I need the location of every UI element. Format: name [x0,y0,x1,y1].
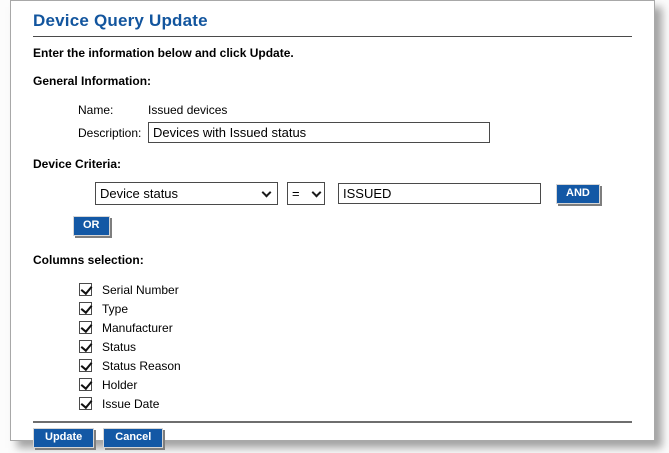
column-option-row: Status Reason [79,356,632,375]
column-label: Status Reason [102,358,181,373]
description-input[interactable] [148,122,490,143]
title-divider [33,36,632,37]
column-option-row: Holder [79,375,632,394]
column-checkbox-issue-date[interactable] [79,397,92,410]
column-option-row: Status [79,337,632,356]
column-checkbox-status-reason[interactable] [79,359,92,372]
column-label: Type [102,301,129,316]
update-button[interactable]: Update [33,428,95,448]
or-button[interactable]: OR [73,216,110,236]
columns-list: Serial Number Type Manufacturer Status Statu… [79,280,632,413]
columns-selection-heading: Columns selection: [33,253,144,267]
column-label: Manufacturer [102,320,173,335]
actions-divider [33,421,632,423]
instruction-text: Enter the information below and click Up… [33,46,294,60]
page-title: Device Query Update [33,11,208,30]
criteria-operator-select[interactable]: = [287,182,325,205]
column-label: Status [102,339,137,354]
criteria-operator-select-wrap: = [287,182,325,205]
actions-bar: Update Cancel [33,428,632,448]
device-query-update-panel: Device Query Update Enter the informatio… [10,0,655,448]
criteria-field-select-wrap: Device status [95,182,278,205]
column-checkbox-status[interactable] [79,340,92,353]
column-option-row: Manufacturer [79,318,632,337]
column-checkbox-serial-number[interactable] [79,283,92,296]
name-label: Name: [78,103,114,117]
column-checkbox-holder[interactable] [79,378,92,391]
column-option-row: Serial Number [79,280,632,299]
cancel-button[interactable]: Cancel [103,428,164,448]
name-value: Issued devices [148,103,228,117]
description-label: Description: [78,125,142,140]
column-label: Issue Date [102,396,160,411]
column-label: Serial Number [102,282,179,297]
name-row: Name: Issued devices [78,102,632,118]
criteria-field-select[interactable]: Device status [95,182,278,205]
description-row: Description: [78,122,632,143]
column-label: Holder [102,377,138,392]
column-option-row: Issue Date [79,394,632,413]
device-criteria-heading: Device Criteria: [33,157,122,171]
general-information-heading: General Information: [33,74,152,88]
and-button[interactable]: AND [556,183,600,204]
column-checkbox-manufacturer[interactable] [79,321,92,334]
column-option-row: Type [79,299,632,318]
column-checkbox-type[interactable] [79,302,92,315]
criteria-row: Device status = AND [95,182,632,205]
criteria-value-input[interactable] [338,183,541,204]
